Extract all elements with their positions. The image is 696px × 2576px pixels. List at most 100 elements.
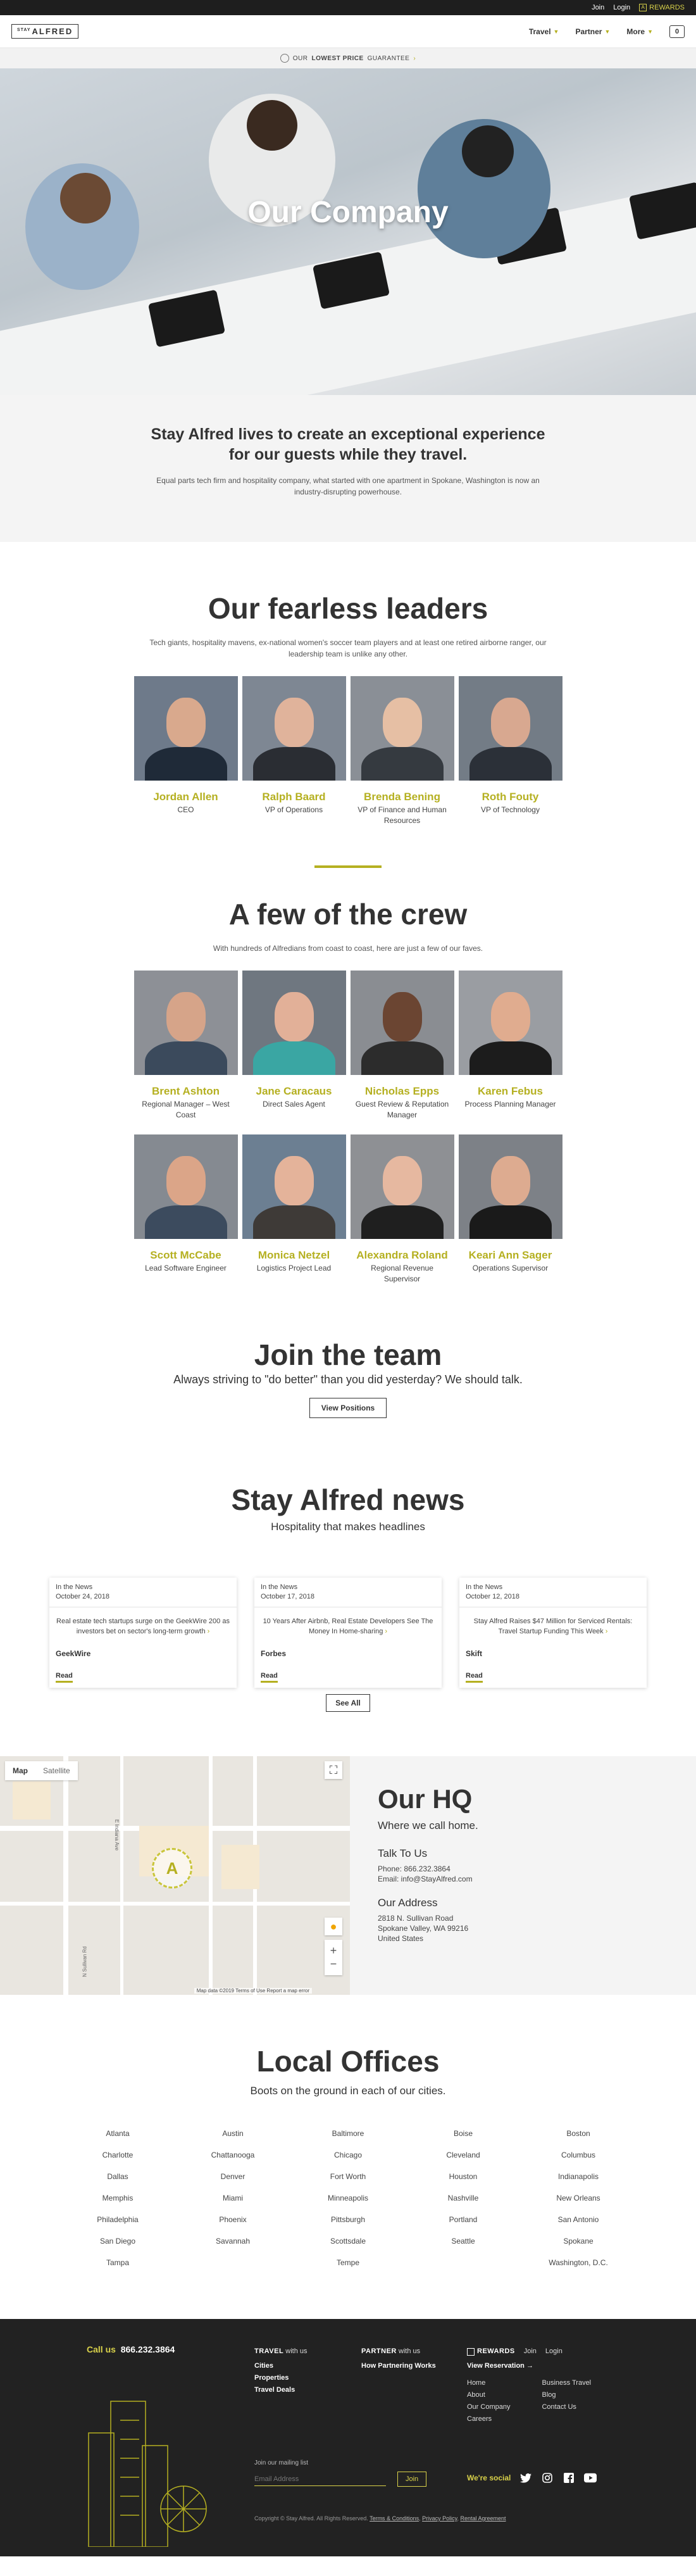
office-city-link[interactable]: Boston — [521, 2129, 636, 2138]
youtube-icon[interactable] — [584, 2472, 597, 2484]
office-city-link[interactable]: Philadelphia — [60, 2215, 175, 2224]
facebook-icon[interactable] — [562, 2472, 575, 2484]
office-city-link[interactable]: Tempe — [290, 2258, 406, 2267]
map-embed[interactable]: N Sullivan Rd E Indiana Ave Map Satellit… — [0, 1756, 350, 1995]
call-number[interactable]: 866.232.3864 — [121, 2344, 175, 2354]
office-city-link[interactable]: Miami — [175, 2194, 290, 2202]
office-city-link[interactable]: Columbus — [521, 2151, 636, 2159]
stay-alfred-logo[interactable]: STAY ALFRED — [11, 24, 79, 39]
footer-link[interactable]: Our Company — [467, 2401, 510, 2413]
news-card[interactable]: In the News October 17, 2018 10 Years Aft… — [254, 1578, 442, 1688]
see-all-news-button[interactable]: See All — [326, 1694, 370, 1712]
lowest-price-guarantee-banner[interactable]: OUR LOWEST PRICE GUARANTEE › — [0, 48, 696, 68]
join-title: Join the team — [254, 1338, 442, 1371]
call-us[interactable]: Call us 866.232.3864 — [87, 2344, 175, 2354]
footer-link[interactable]: About — [467, 2389, 510, 2401]
office-city-link[interactable]: Charlotte — [60, 2151, 175, 2159]
office-city-link[interactable]: Indianapolis — [521, 2172, 636, 2181]
office-city-link[interactable]: Washington, D.C. — [521, 2258, 636, 2267]
office-city-link[interactable]: Phoenix — [175, 2215, 290, 2224]
twitter-icon[interactable] — [519, 2472, 532, 2484]
mailing-list: Join our mailing list Join — [254, 2460, 427, 2487]
fullscreen-icon[interactable]: ⛶ — [325, 1761, 342, 1779]
office-city-link[interactable]: Memphis — [60, 2194, 175, 2202]
news-headline[interactable]: 10 Years After Airbnb, Real Estate Devel… — [263, 1618, 433, 1635]
footer-login-link[interactable]: Login — [545, 2346, 562, 2358]
office-city-link[interactable]: Seattle — [406, 2237, 521, 2246]
office-city-link[interactable]: Pittsburgh — [290, 2215, 406, 2224]
mailing-join-button[interactable]: Join — [397, 2472, 427, 2487]
crew-name: Nicholas Epps — [364, 1085, 440, 1097]
office-city-link[interactable]: Minneapolis — [290, 2194, 406, 2202]
footer-rewards-link[interactable]: REWARDS — [467, 2346, 515, 2358]
satellite-tab[interactable]: Satellite — [35, 1761, 78, 1780]
map-attribution[interactable]: Map data ©2019 Terms of Use Report a map… — [194, 1988, 312, 1994]
news-section: Stay Alfred news Hospitality that makes … — [0, 1418, 696, 1712]
cart-button[interactable]: 0 — [669, 25, 685, 38]
zoom-out-icon[interactable]: − — [330, 1957, 337, 1971]
footer-link[interactable]: Home — [467, 2377, 510, 2389]
email-input[interactable] — [254, 2472, 386, 2486]
office-city-link[interactable]: New Orleans — [521, 2194, 636, 2202]
news-headline[interactable]: Real estate tech startups surge on the G… — [56, 1618, 230, 1635]
read-link[interactable]: Read — [261, 1672, 278, 1683]
leader-name: Jordan Allen — [153, 791, 218, 803]
street-label: N Sullivan Rd — [82, 1946, 88, 1977]
office-city-link[interactable]: Atlanta — [60, 2129, 175, 2138]
footer-link[interactable]: Blog — [542, 2389, 591, 2401]
view-reservation-link[interactable]: View Reservation → — [467, 2360, 591, 2372]
office-city-link[interactable]: Boise — [406, 2129, 521, 2138]
office-city-link[interactable]: San Antonio — [521, 2215, 636, 2224]
footer-join-link[interactable]: Join — [524, 2346, 537, 2358]
news-card[interactable]: In the News October 12, 2018 Stay Alfred … — [459, 1578, 647, 1688]
footer-link[interactable]: Travel Deals — [254, 2384, 308, 2396]
nav-partner[interactable]: Partner ▼ — [575, 27, 610, 36]
office-city-link[interactable]: Spokane — [521, 2237, 636, 2246]
office-city-link[interactable]: Dallas — [60, 2172, 175, 2181]
footer-link[interactable]: Properties — [254, 2372, 308, 2384]
footer-link[interactable]: Contact Us — [542, 2401, 591, 2413]
hq-email[interactable]: Email: info@StayAlfred.com — [378, 1874, 478, 1884]
hq-map-marker-icon[interactable]: A — [152, 1848, 192, 1888]
zoom-in-icon[interactable]: + — [330, 1944, 337, 1957]
privacy-link[interactable]: Privacy Policy — [422, 2515, 457, 2522]
office-city-link[interactable]: Scottsdale — [290, 2237, 406, 2246]
read-link[interactable]: Read — [56, 1672, 73, 1683]
office-city-link[interactable]: Chattanooga — [175, 2151, 290, 2159]
travel-heading: TRAVEL — [254, 2347, 284, 2355]
hq-phone[interactable]: Phone: 866.232.3864 — [378, 1864, 478, 1874]
view-positions-button[interactable]: View Positions — [309, 1398, 387, 1418]
office-city-link[interactable]: Tampa — [60, 2258, 175, 2267]
office-city-link[interactable]: Cleveland — [406, 2151, 521, 2159]
news-card[interactable]: In the News October 24, 2018 Real estate … — [49, 1578, 237, 1688]
login-link[interactable]: Login — [613, 4, 630, 11]
office-city-link[interactable]: Austin — [175, 2129, 290, 2138]
nav-more[interactable]: More ▼ — [626, 27, 653, 36]
office-city-link[interactable]: Denver — [175, 2172, 290, 2181]
read-link[interactable]: Read — [466, 1672, 483, 1683]
terms-link[interactable]: Terms & Conditions — [370, 2515, 419, 2522]
office-city-link[interactable]: Chicago — [290, 2151, 406, 2159]
office-city-link[interactable]: Fort Worth — [290, 2172, 406, 2181]
rewards-link[interactable]: A REWARDS — [639, 4, 685, 11]
news-headline[interactable]: Stay Alfred Raises $47 Million for Servi… — [474, 1618, 633, 1635]
footer-link[interactable]: How Partnering Works — [361, 2360, 436, 2372]
office-city-link[interactable]: Portland — [406, 2215, 521, 2224]
map-tab[interactable]: Map — [5, 1761, 35, 1780]
footer-link[interactable]: Business Travel — [542, 2377, 591, 2389]
office-city-link[interactable]: Nashville — [406, 2194, 521, 2202]
join-link[interactable]: Join — [592, 4, 604, 11]
office-city-link[interactable]: Houston — [406, 2172, 521, 2181]
office-city-link[interactable]: Savannah — [175, 2237, 290, 2246]
office-city-link[interactable]: San Diego — [60, 2237, 175, 2246]
footer-link[interactable]: Cities — [254, 2360, 308, 2372]
footer-link[interactable]: Careers — [467, 2413, 510, 2425]
nav-travel[interactable]: Travel ▼ — [529, 27, 559, 36]
street-view-pegman-icon[interactable]: ● — [325, 1918, 342, 1935]
leader-role: VP of Finance and Human Resources — [357, 805, 447, 825]
office-city-link[interactable]: Baltimore — [290, 2129, 406, 2138]
rental-agreement-link[interactable]: Rental Agreement — [460, 2515, 506, 2522]
crew-card: Scott McCabe Lead Software Engineer — [134, 1134, 238, 1285]
instagram-icon[interactable] — [541, 2472, 554, 2484]
offices-title: Local Offices — [256, 2045, 440, 2078]
